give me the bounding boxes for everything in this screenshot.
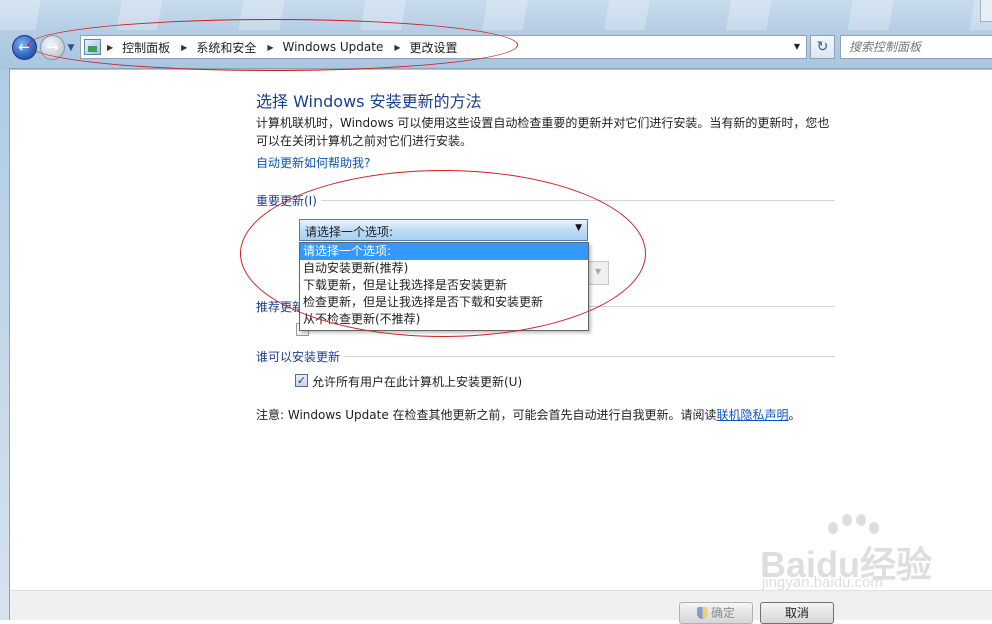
privacy-statement-link[interactable]: 联机隐私声明 <box>717 408 789 422</box>
chevron-down-icon[interactable]: ▼ <box>791 36 803 58</box>
dropdown-option[interactable]: 自动安装更新(推荐) <box>300 260 588 277</box>
note-text: 注意: Windows Update 在检查其他更新之前，可能会首先自动进行自我… <box>256 406 801 423</box>
breadcrumb-item[interactable]: Windows Update <box>283 40 384 54</box>
refresh-icon: ↻ <box>816 39 829 55</box>
checkmark-icon: ✓ <box>296 374 307 387</box>
dropdown-option[interactable]: 从不检查更新(不推荐) <box>300 311 588 328</box>
select-value: 请选择一个选项: <box>305 225 394 239</box>
important-updates-dropdown[interactable]: 请选择一个选项: 自动安装更新(推荐) 下载更新，但是让我选择是否安装更新 检查… <box>299 242 589 331</box>
dropdown-option[interactable]: 检查更新，但是让我选择是否下载和安装更新 <box>300 294 588 311</box>
dropdown-option[interactable]: 请选择一个选项: <box>300 243 588 260</box>
breadcrumb-item[interactable]: 更改设置 <box>410 39 458 56</box>
chevron-down-icon: ▼ <box>575 223 582 233</box>
breadcrumb-item[interactable]: 控制面板 <box>122 39 170 56</box>
watermark: Baidu经验 jingyan.baidu.com <box>760 508 960 598</box>
disabled-select <box>588 261 609 285</box>
chevron-right-icon[interactable]: ▶ <box>107 43 113 52</box>
all-users-checkbox[interactable]: ✓ <box>295 374 308 387</box>
control-panel-icon <box>84 39 101 55</box>
hidden-checkbox-label <box>589 321 599 335</box>
dropdown-option[interactable]: 下载更新，但是让我选择是否安装更新 <box>300 277 588 294</box>
search-input[interactable] <box>841 36 991 58</box>
cancel-button[interactable]: 取消 <box>760 602 834 624</box>
ok-button[interactable]: 确定 <box>679 602 753 624</box>
divider <box>256 200 835 201</box>
section-who-can-install: 谁可以安装更新 <box>256 348 345 365</box>
ok-button-label: 确定 <box>710 606 735 620</box>
note-suffix: 。 <box>788 408 801 422</box>
window-frame-left <box>0 70 9 620</box>
help-link[interactable]: 自动更新如何帮助我? <box>256 154 370 171</box>
paw-icon <box>869 522 879 534</box>
important-updates-select[interactable]: 请选择一个选项: ▼ <box>299 219 588 241</box>
arrow-left-icon: ← <box>18 38 31 56</box>
window-control-button[interactable] <box>980 0 992 22</box>
search-box[interactable] <box>840 35 992 59</box>
breadcrumb: ▶ 控制面板 ▶ 系统和安全 ▶ Windows Update ▶ 更改设置 <box>107 36 469 58</box>
chevron-right-icon[interactable]: ▶ <box>394 43 400 52</box>
cancel-button-label: 取消 <box>784 606 809 620</box>
paw-icon <box>842 514 852 526</box>
paw-icon <box>856 514 866 526</box>
note-body: 注意: Windows Update 在检查其他更新之前，可能会首先自动进行自我… <box>256 408 717 422</box>
arrow-right-icon: → <box>46 38 59 56</box>
uac-shield-icon <box>696 607 708 619</box>
all-users-checkbox-label[interactable]: 允许所有用户在此计算机上安装更新(U) <box>312 373 522 390</box>
page-title: 选择 Windows 安装更新的方法 <box>256 92 482 111</box>
forward-button[interactable]: → <box>40 35 65 60</box>
paw-icon <box>828 522 838 534</box>
button-bar <box>10 590 992 620</box>
address-bar[interactable]: ▶ 控制面板 ▶ 系统和安全 ▶ Windows Update ▶ 更改设置 ▼ <box>80 35 807 59</box>
section-important-updates: 重要更新(I) <box>256 192 321 209</box>
recent-pages-dropdown[interactable]: ▼ <box>66 43 76 53</box>
watermark-url: jingyan.baidu.com <box>762 574 883 591</box>
breadcrumb-item[interactable]: 系统和安全 <box>196 39 256 56</box>
chevron-right-icon[interactable]: ▶ <box>181 43 187 52</box>
back-button[interactable]: ← <box>12 35 37 60</box>
refresh-button[interactable]: ↻ <box>810 35 835 59</box>
intro-text: 计算机联机时，Windows 可以使用这些设置自动检查重要的更新并对它们进行安装… <box>256 116 830 148</box>
chevron-right-icon[interactable]: ▶ <box>267 43 273 52</box>
